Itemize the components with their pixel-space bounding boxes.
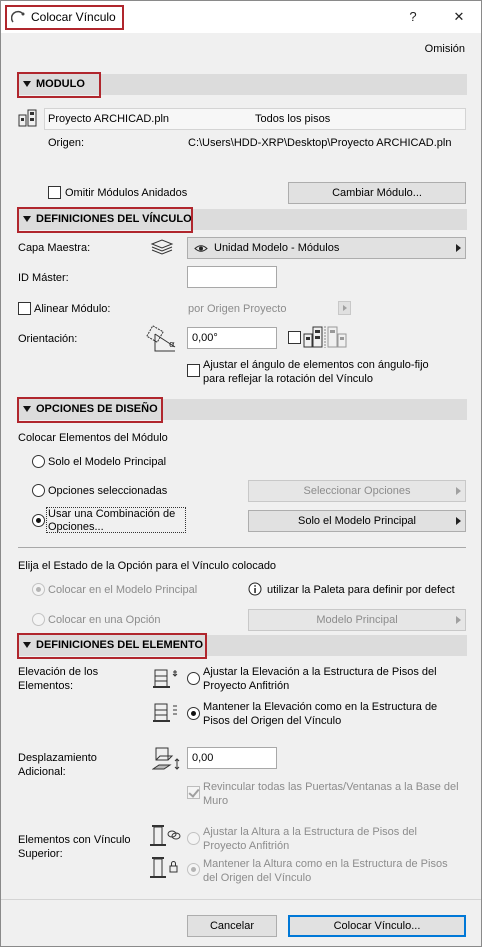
chevron-right-icon (456, 517, 461, 525)
chevron-right-icon (456, 244, 461, 252)
master-layer-dropdown[interactable]: Unidad Modelo - Módulos (187, 237, 466, 259)
orientation-label: Orientación: (18, 333, 78, 345)
skip-nested-checkbox[interactable] (48, 186, 61, 199)
align-module-arrow[interactable] (338, 301, 351, 315)
radio-height-adjust[interactable] (187, 832, 200, 845)
radio-combination-line2: Opciones... (48, 521, 104, 532)
align-module-value: por Origen Proyecto (188, 303, 287, 315)
chevron-right-icon (456, 487, 461, 495)
cancel-button[interactable]: Cancelar (187, 915, 277, 937)
dialog-window: Colocar Vínculo ? ✕ Omisión MODULO Proye… (0, 0, 482, 947)
radio-place-in-option[interactable] (32, 613, 45, 626)
master-layer-label: Capa Maestra: (18, 242, 91, 254)
place-elements-label: Colocar Elementos del Módulo (18, 432, 168, 444)
radio-height-adjust-line2: Proyecto Anfitrión (203, 840, 290, 852)
highlight-title (5, 5, 124, 30)
radio-combination-line1: Usar una Combinación de (48, 508, 176, 520)
offset-input[interactable]: 0,00 (187, 747, 277, 769)
height-adjust-icon (150, 825, 181, 846)
align-module-checkbox[interactable] (18, 302, 31, 315)
radio-main-only[interactable] (32, 455, 45, 468)
origin-label: Origen: (48, 137, 85, 149)
divider (18, 547, 466, 548)
radio-place-in-option-label: Colocar en una Opción (48, 614, 161, 626)
close-button[interactable]: ✕ (449, 7, 469, 27)
radio-elevation-adjust-line2: Proyecto Anfitrión (203, 680, 290, 692)
offset-icon (152, 747, 180, 770)
highlight-link-settings (17, 207, 193, 233)
info-text: utilizar la Paleta para definir por defe… (267, 584, 455, 596)
top-linked-label-line2: Superior: (18, 848, 63, 860)
select-options-label: Seleccionar Opciones (303, 485, 411, 497)
option-dropdown[interactable]: Modelo Principal (248, 609, 466, 631)
chevron-right-icon (456, 616, 461, 624)
fixed-angle-label-line1: Ajustar el ángulo de elementos con ángul… (203, 359, 429, 371)
radio-place-main-model[interactable] (32, 583, 45, 596)
orientation-input[interactable]: 0,00° (187, 327, 277, 349)
change-module-button[interactable]: Cambiar Módulo... (288, 182, 466, 204)
module-file-icon (18, 109, 37, 127)
radio-combination[interactable] (32, 514, 45, 527)
radio-selected-options-label: Opciones seleccionadas (48, 485, 168, 497)
relink-label-line2: Muro (203, 795, 229, 807)
relink-label-line1: Revincular todas las Puertas/Ventanas a … (203, 781, 459, 793)
radio-place-main-model-label: Colocar en el Modelo Principal (48, 584, 198, 596)
place-link-button[interactable]: Colocar Vínculo... (288, 915, 466, 937)
align-module-label: Alinear Módulo: (34, 303, 111, 315)
height-keep-icon (150, 857, 178, 878)
module-info-box: Proyecto ARCHICAD.pln Todos los pisos (44, 108, 466, 130)
radio-combination-label: Usar una Combinación de Opciones... (46, 507, 186, 533)
elevation-label-line1: Elevación de los (18, 666, 99, 678)
offset-label-line2: Adicional: (18, 766, 66, 778)
radio-height-adjust-line1: Ajustar la Altura a la Estructura de Pis… (203, 826, 417, 838)
fixed-angle-checkbox[interactable] (187, 364, 200, 377)
radio-elevation-adjust[interactable] (187, 672, 200, 685)
radio-height-keep-line2: del Origen del Vínculo (203, 872, 312, 884)
rotation-angle-icon: α (146, 325, 176, 352)
layer-icon (150, 239, 174, 255)
top-linked-label-line1: Elementos con Vínculo (18, 834, 131, 846)
master-layer-value: Unidad Modelo - Módulos (214, 242, 340, 254)
eye-icon (194, 245, 208, 252)
stories-value: Todos los pisos (255, 113, 331, 125)
elevation-label-line2: Elementos: (18, 680, 74, 692)
highlight-design-options (17, 397, 163, 423)
radio-main-only-label: Solo el Modelo Principal (48, 456, 167, 468)
combination-dropdown[interactable]: Solo el Modelo Principal (248, 510, 466, 532)
offset-label-line1: Desplazamiento (18, 752, 97, 764)
radio-elevation-keep-line1: Mantener la Elevación como en la Estruct… (203, 701, 438, 713)
master-id-label: ID Máster: (18, 272, 69, 284)
combination-value: Solo el Modelo Principal (297, 515, 416, 527)
elevation-keep-icon (153, 703, 177, 722)
radio-elevation-keep-line2: Pisos del Origen del Vínculo (203, 715, 342, 727)
choose-state-label: Elija el Estado de la Opción para el Vín… (18, 560, 277, 572)
svg-text:α: α (169, 340, 175, 350)
radio-elevation-keep[interactable] (187, 707, 200, 720)
chevron-right-icon (343, 305, 347, 311)
footer-divider (1, 899, 481, 900)
relink-checkbox[interactable] (187, 786, 200, 799)
master-id-input[interactable] (187, 266, 277, 288)
origin-path: C:\Users\HDD-XRP\Desktop\Proyecto ARCHIC… (188, 137, 452, 149)
help-button[interactable]: ? (403, 7, 423, 27)
defaults-link[interactable]: Omisión (425, 43, 465, 55)
mirror-icon (303, 326, 347, 348)
skip-nested-label: Omitir Módulos Anidados (65, 187, 188, 199)
select-options-button[interactable]: Seleccionar Opciones (248, 480, 466, 502)
fixed-angle-label-line2: para reflejar la rotación del Vínculo (203, 373, 373, 385)
radio-height-keep[interactable] (187, 863, 200, 876)
elevation-adjust-icon (153, 669, 178, 688)
highlight-element-settings (17, 633, 207, 659)
project-name: Proyecto ARCHICAD.pln (48, 113, 170, 125)
radio-selected-options[interactable] (32, 484, 45, 497)
option-value: Modelo Principal (316, 614, 398, 626)
radio-elevation-adjust-line1: Ajustar la Elevación a la Estructura de … (203, 666, 437, 678)
radio-height-keep-line1: Mantener la Altura como en la Estructura… (203, 858, 448, 870)
info-icon (248, 582, 262, 596)
highlight-modulo (17, 72, 101, 98)
mirror-checkbox[interactable] (288, 331, 301, 344)
